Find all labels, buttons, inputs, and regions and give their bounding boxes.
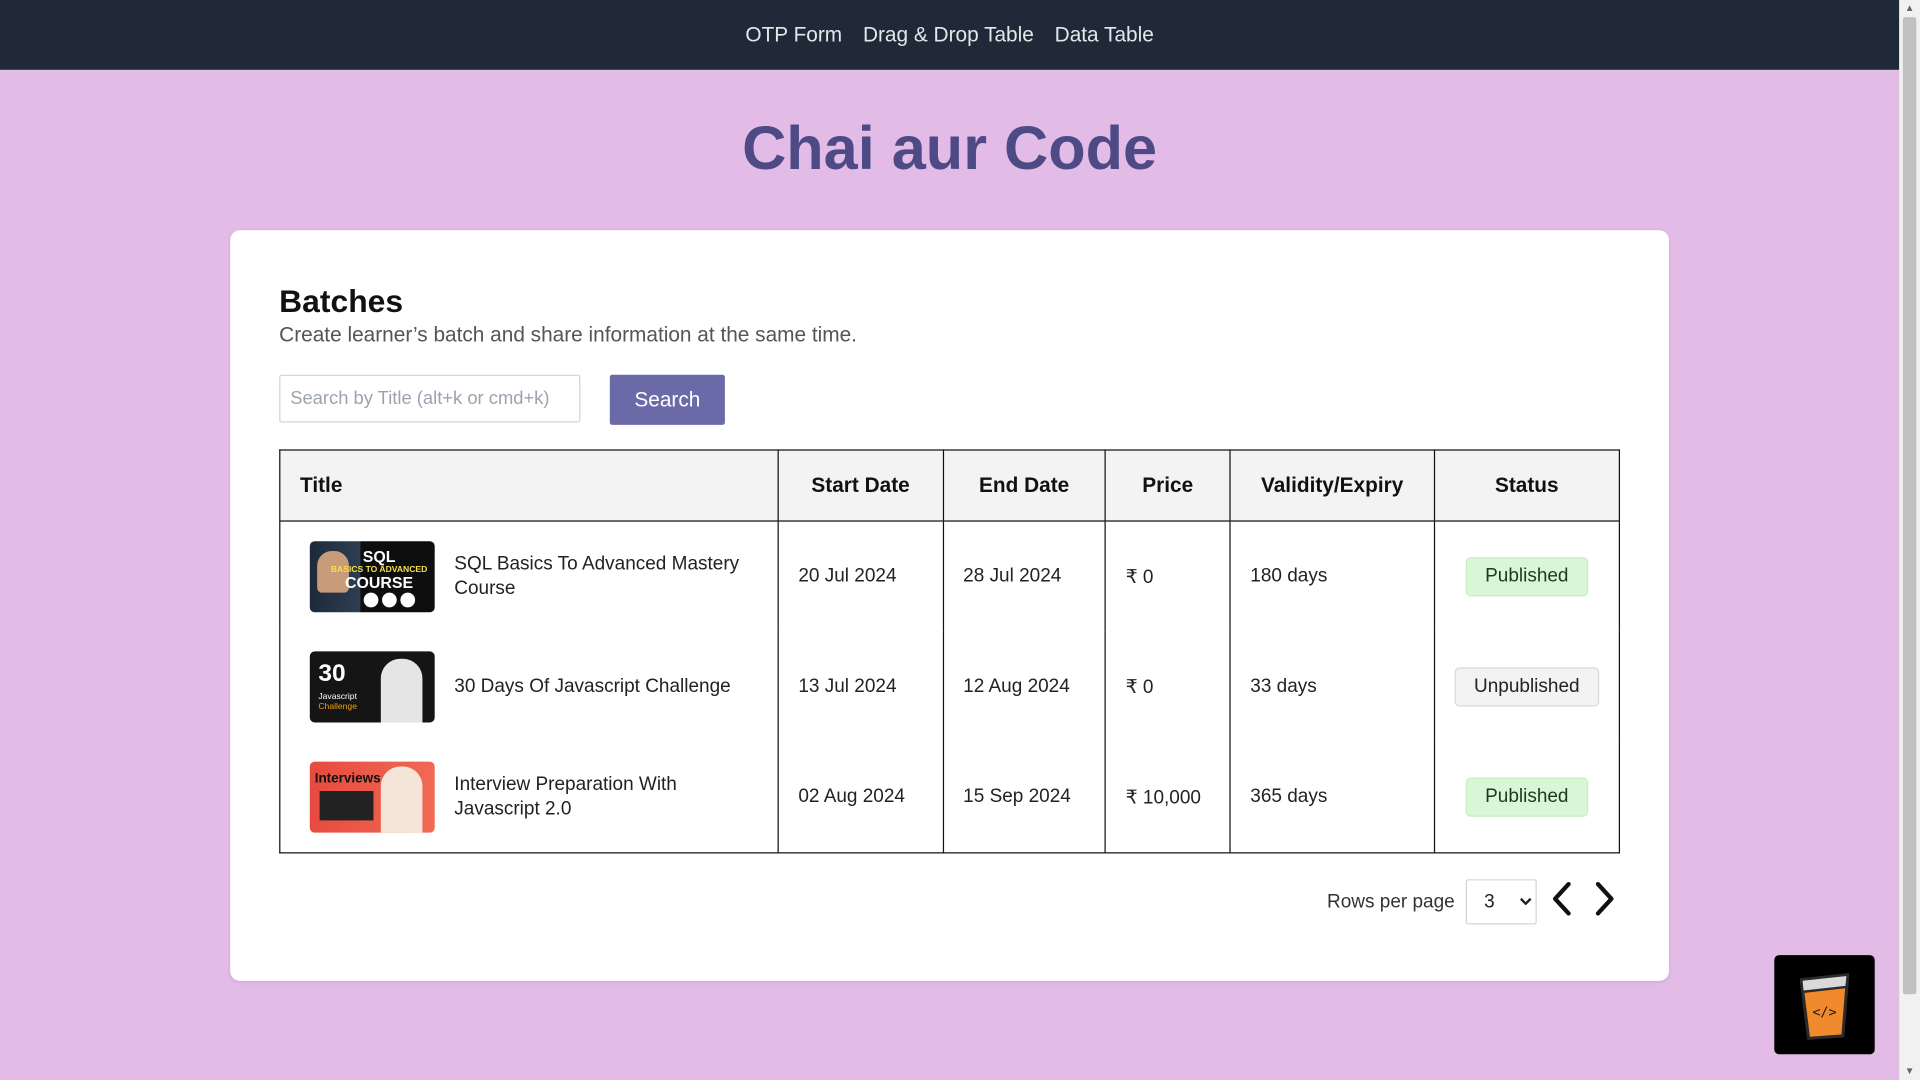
- chai-cup-icon: </>: [1799, 972, 1850, 1040]
- validity: 33 days: [1229, 631, 1435, 743]
- chai-aur-code-logo-button[interactable]: </>: [1774, 955, 1875, 1055]
- chevron-left-icon[interactable]: [1547, 880, 1579, 923]
- search-input[interactable]: [279, 374, 581, 423]
- status-badge: Published: [1465, 777, 1589, 817]
- brand-title: Chai aur Code: [742, 113, 1158, 183]
- top-nav: OTP Form Drag & Drop Table Data Table: [0, 0, 1900, 70]
- validity: 180 days: [1229, 521, 1435, 632]
- scroll-down-icon[interactable]: ▼: [1899, 1063, 1920, 1080]
- price: ₹ 0: [1104, 631, 1231, 743]
- course-title: Interview Preparation With Javascript 2.…: [454, 773, 677, 820]
- course-title: SQL Basics To Advanced Mastery Course: [454, 553, 740, 599]
- card-title: Batches: [279, 282, 404, 320]
- nav-link-drag-drop-table[interactable]: Drag & Drop Table: [863, 23, 1034, 47]
- title-cell: SQL BASICS TO ADVANCED COURSE SQL Basics…: [300, 541, 758, 613]
- rows-per-page-select[interactable]: 3: [1465, 879, 1537, 925]
- course-thumbnail: Interviews: [309, 761, 435, 833]
- table-header-row: Title Start Date End Date Price Validity…: [279, 449, 1621, 522]
- table-row[interactable]: 30 Javascript Challenge 30 Days Of Javas…: [279, 631, 1621, 743]
- end-date: 15 Sep 2024: [942, 742, 1106, 854]
- svg-text:</>: </>: [1812, 1005, 1836, 1020]
- scrollbar-thumb[interactable]: [1902, 17, 1917, 995]
- chevron-right-icon[interactable]: [1588, 880, 1620, 923]
- course-thumbnail: SQL BASICS TO ADVANCED COURSE: [309, 541, 435, 613]
- table-row[interactable]: SQL BASICS TO ADVANCED COURSE SQL Basics…: [279, 521, 1621, 632]
- batches-card: Batches Create learner’s batch and share…: [230, 230, 1669, 981]
- column-header-title: Title: [279, 449, 779, 522]
- end-date: 12 Aug 2024: [942, 631, 1106, 743]
- pagination: Rows per page 3: [1327, 879, 1620, 925]
- column-header-end-date: End Date: [942, 449, 1106, 522]
- end-date: 28 Jul 2024: [942, 521, 1106, 632]
- nav-link-data-table[interactable]: Data Table: [1055, 23, 1154, 47]
- rows-per-page-label: Rows per page: [1327, 890, 1455, 912]
- card-subtitle: Create learner’s batch and share informa…: [279, 323, 857, 347]
- table-row[interactable]: Interviews Interview Preparation With Ja…: [279, 742, 1621, 854]
- column-header-validity: Validity/Expiry: [1229, 449, 1435, 522]
- column-header-start-date: Start Date: [777, 449, 944, 522]
- column-header-price: Price: [1104, 449, 1231, 522]
- vertical-scrollbar[interactable]: ▲ ▼: [1899, 0, 1920, 1080]
- title-cell: 30 Javascript Challenge 30 Days Of Javas…: [300, 651, 758, 723]
- price: ₹ 0: [1104, 521, 1231, 632]
- nav-link-otp-form[interactable]: OTP Form: [745, 23, 842, 47]
- start-date: 20 Jul 2024: [777, 521, 944, 632]
- status-badge: Published: [1465, 557, 1589, 597]
- start-date: 13 Jul 2024: [777, 631, 944, 743]
- batches-table: Title Start Date End Date Price Validity…: [279, 449, 1621, 854]
- course-thumbnail: 30 Javascript Challenge: [309, 651, 435, 723]
- search-button[interactable]: Search: [609, 374, 725, 425]
- status-badge: Unpublished: [1454, 667, 1600, 707]
- course-title: 30 Days Of Javascript Challenge: [454, 675, 731, 697]
- title-cell: Interviews Interview Preparation With Ja…: [300, 761, 758, 833]
- validity: 365 days: [1229, 742, 1435, 854]
- start-date: 02 Aug 2024: [777, 742, 944, 854]
- scroll-up-icon[interactable]: ▲: [1899, 0, 1920, 17]
- price: ₹ 10,000: [1104, 742, 1231, 854]
- column-header-status: Status: [1433, 449, 1621, 522]
